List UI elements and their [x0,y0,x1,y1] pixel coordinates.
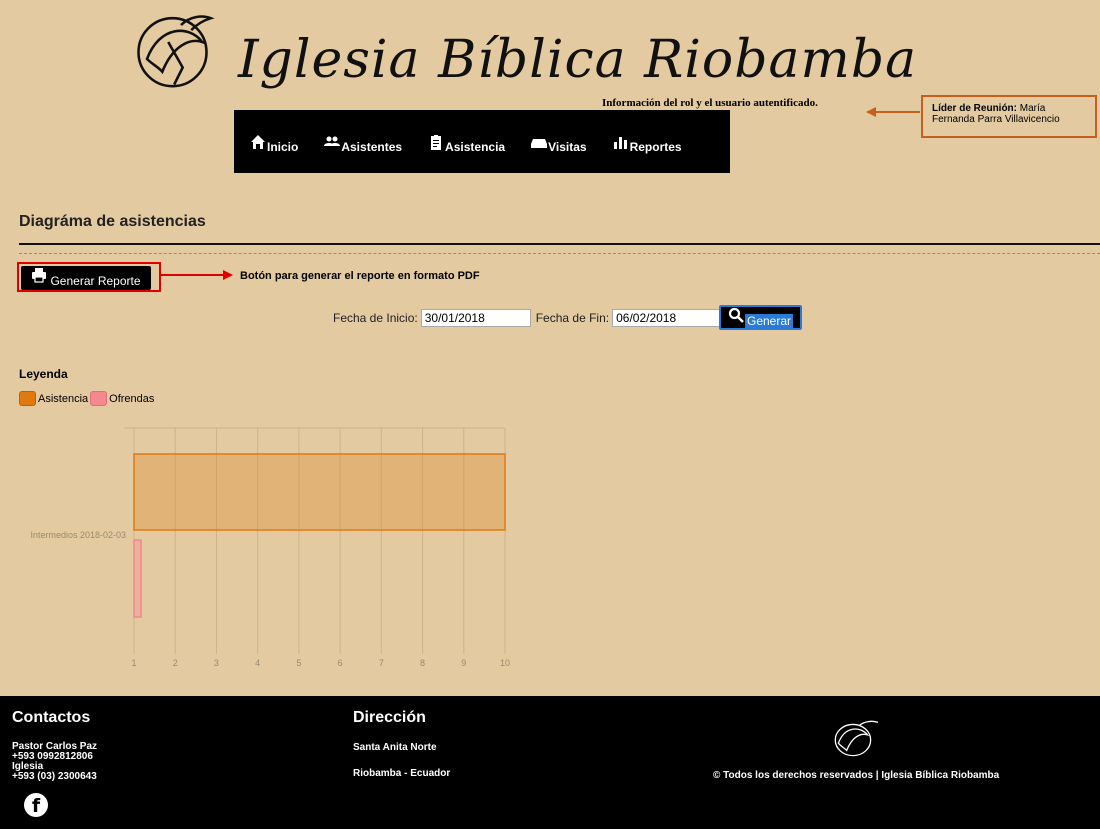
copyright: © Todos los derechos reservados | Iglesi… [713,770,1000,781]
nav-item-asistencia[interactable]: Asistencia [428,134,505,154]
nav-item-visitas[interactable]: Visitas [531,134,587,154]
inbox-icon [531,138,548,148]
end-date-label: Fecha de Fin: [535,311,610,325]
auth-info-annotation: Información del rol y el usuario autenti… [602,97,818,109]
x-tick-label: 2 [173,658,178,668]
y-category-label: Intermedios 2018-02-03 [30,530,126,540]
generate-report-label: Generar Reporte [50,274,141,288]
facebook-icon[interactable]: f [24,793,48,817]
nav-item-asistentes[interactable]: Asistentes [324,134,402,154]
user-name-line1: María [1019,103,1046,114]
annotation-arrow [161,270,233,280]
attendance-chart: 1 2 3 4 5 6 7 8 9 10 Intermedios 2018-02-03 [30,427,510,668]
x-tick-label: 9 [461,658,466,668]
start-date-label: Fecha de Inicio: [333,311,418,325]
users-icon [324,136,341,146]
x-tick-label: 10 [500,658,510,668]
end-date-input[interactable] [612,309,723,327]
bar-asistencia [133,453,506,531]
page-title: Diagráma de asistencias [19,213,206,230]
bar-chart-icon [613,136,627,149]
legend-swatch-asistencia [19,391,36,406]
generate-button-label: Generar [744,313,794,328]
x-tick-label: 1 [131,658,136,668]
x-tick-label: 7 [379,658,384,668]
x-tick-label: 5 [296,658,301,668]
user-role-label: Líder de Reunión: [932,103,1017,114]
address-line1: Santa Anita Norte [353,742,437,753]
address-line2: Riobamba - Ecuador [353,768,451,779]
x-tick-label: 8 [420,658,425,668]
legend-title: Leyenda [19,367,68,381]
generate-button[interactable]: Generar [719,305,802,330]
generate-report-button[interactable]: Generar Reporte [21,266,151,290]
clipboard-icon [431,134,442,150]
nav-label-reportes: Reportes [629,139,682,154]
chart-legend: Asistencia Ofrendas [19,391,156,406]
footer-logo [834,720,879,757]
nav-label-asistentes: Asistentes [341,139,403,154]
user-name-line2: Fernanda Parra Villavicencio [932,114,1060,125]
nav-label-inicio: Inicio [267,139,299,154]
start-date-input[interactable] [420,309,531,327]
nav-item-inicio[interactable]: Inicio [250,134,298,154]
site-title: Iglesia Bíblica Riobamba [238,30,918,90]
bar-ofrendas [133,539,142,618]
report-button-annotation: Botón para generar el reporte en formato… [240,270,480,282]
annotation-arrow [866,107,920,117]
nav-item-reportes[interactable]: Reportes [613,134,682,154]
legend-swatch-ofrendas [90,391,108,406]
nav-label-visitas: Visitas [548,139,587,154]
divider [19,243,1100,245]
x-tick-label: 6 [338,658,343,668]
contacts-title: Contactos [12,709,91,726]
church-logo [137,15,215,88]
search-icon [728,307,744,323]
church-phone: +593 (03) 2300643 [12,771,97,782]
user-info-box: Líder de Reunión: María Fernanda Parra V… [921,95,1097,138]
home-icon [251,134,265,149]
date-range-form: Fecha de Inicio: Fecha de Fin: [333,309,727,327]
address-title: Dirección [353,709,426,726]
dashed-divider [19,253,1100,254]
x-tick-label: 4 [255,658,260,668]
legend-label-asistencia: Asistencia [38,392,89,405]
printer-icon [32,268,47,283]
x-tick-label: 3 [214,658,219,668]
main-nav: Inicio Asistentes Asistencia Visitas Rep… [234,110,730,173]
nav-label-asistencia: Asistencia [445,139,506,154]
legend-label-ofrendas: Ofrendas [109,392,155,405]
footer: Contactos Pastor Carlos Paz +593 0992812… [0,696,1100,829]
